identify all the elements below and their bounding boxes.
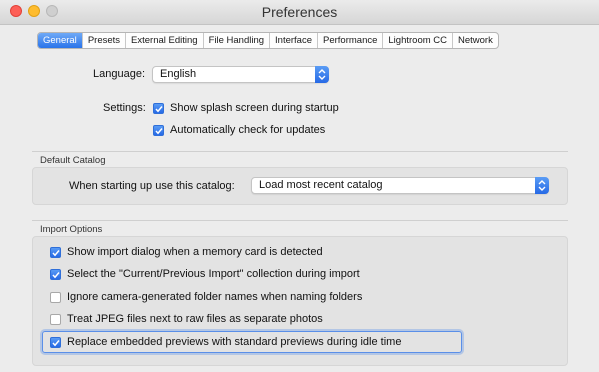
show-import-dialog-checkbox[interactable] xyxy=(50,247,61,258)
startup-catalog-select[interactable]: Load most recent catalog xyxy=(251,177,549,194)
language-select-value: English xyxy=(160,68,197,80)
splash-screen-checkbox[interactable] xyxy=(153,103,164,114)
section-divider xyxy=(32,151,568,152)
checkmark-icon xyxy=(52,250,60,257)
preferences-tab-bar: General Presets External Editing File Ha… xyxy=(37,32,499,49)
replace-previews-checkbox[interactable] xyxy=(50,337,61,348)
tab-performance[interactable]: Performance xyxy=(318,33,384,48)
default-catalog-title: Default Catalog xyxy=(40,155,106,166)
chevron-updown-icon xyxy=(315,66,329,83)
treat-jpeg-separate-label[interactable]: Treat JPEG files next to raw files as se… xyxy=(67,313,323,325)
checkmark-icon xyxy=(155,106,163,113)
treat-jpeg-separate-checkbox[interactable] xyxy=(50,314,61,325)
show-import-dialog-label[interactable]: Show import dialog when a memory card is… xyxy=(67,246,323,258)
settings-label: Settings: xyxy=(103,102,146,114)
language-select[interactable]: English xyxy=(152,66,329,83)
replace-previews-label[interactable]: Replace embedded previews with standard … xyxy=(67,336,401,348)
window-title: Preferences xyxy=(261,4,338,20)
preferences-window: Preferences General Presets External Edi… xyxy=(0,0,599,372)
startup-catalog-label: When starting up use this catalog: xyxy=(69,180,235,192)
tab-presets[interactable]: Presets xyxy=(83,33,127,48)
select-current-import-checkbox[interactable] xyxy=(50,269,61,280)
tab-external-editing[interactable]: External Editing xyxy=(126,33,204,48)
title-bar: Preferences xyxy=(0,0,599,25)
checkmark-icon xyxy=(52,272,60,279)
import-options-title: Import Options xyxy=(40,224,103,235)
splash-screen-label[interactable]: Show splash screen during startup xyxy=(170,102,339,114)
check-updates-checkbox[interactable] xyxy=(153,125,164,136)
chevron-updown-icon xyxy=(535,177,549,194)
tab-network[interactable]: Network xyxy=(453,33,498,48)
tab-interface[interactable]: Interface xyxy=(270,33,318,48)
tab-file-handling[interactable]: File Handling xyxy=(204,33,271,48)
checkmark-icon xyxy=(52,340,60,347)
check-updates-label[interactable]: Automatically check for updates xyxy=(170,124,325,136)
tab-lightroom-cc[interactable]: Lightroom CC xyxy=(383,33,453,48)
checkmark-icon xyxy=(155,128,163,135)
ignore-folder-names-label[interactable]: Ignore camera-generated folder names whe… xyxy=(67,291,362,303)
select-current-import-label[interactable]: Select the "Current/Previous Import" col… xyxy=(67,268,360,280)
ignore-folder-names-checkbox[interactable] xyxy=(50,292,61,303)
language-label: Language: xyxy=(93,68,145,80)
startup-catalog-value: Load most recent catalog xyxy=(259,179,383,191)
tab-general[interactable]: General xyxy=(38,33,83,48)
section-divider xyxy=(32,220,568,221)
